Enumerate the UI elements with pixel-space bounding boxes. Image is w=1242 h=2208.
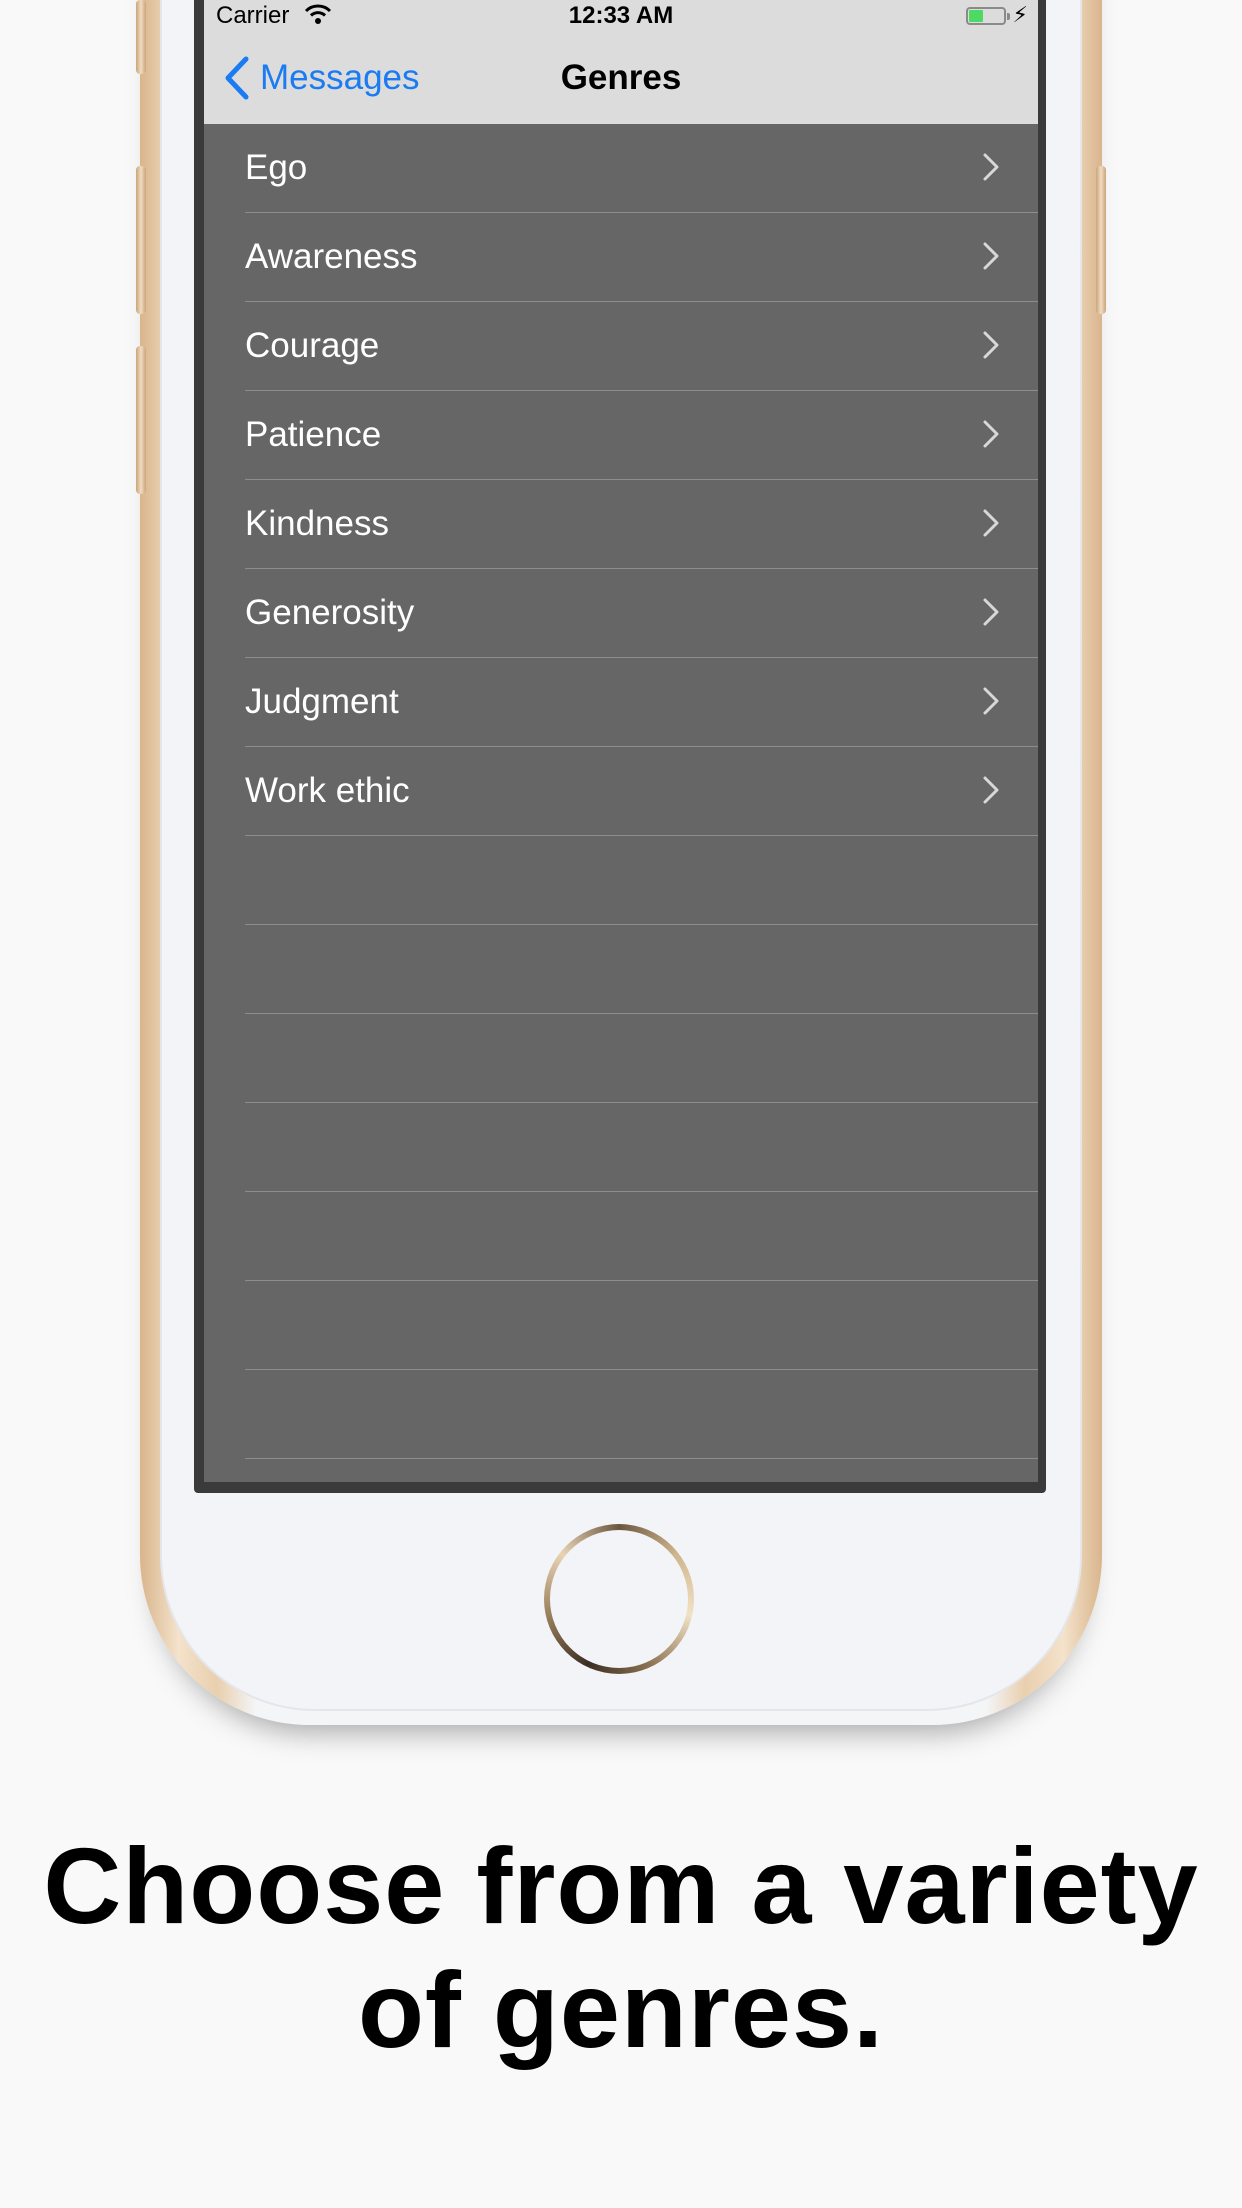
empty-row — [245, 925, 1038, 1014]
chevron-right-icon — [983, 687, 999, 715]
empty-row — [245, 1103, 1038, 1192]
empty-row — [245, 1014, 1038, 1103]
chevron-right-icon — [983, 598, 999, 626]
marketing-caption: Choose from a variety of genres. — [0, 1824, 1242, 2072]
chevron-right-icon — [983, 242, 999, 270]
genre-label: Patience — [245, 415, 382, 454]
caption-line-1: Choose from a variety — [43, 1825, 1199, 1946]
chevron-right-icon — [983, 776, 999, 804]
genre-label: Generosity — [245, 593, 415, 632]
genre-label: Ego — [245, 148, 308, 187]
charging-bolt-icon: ⚡ — [1012, 2, 1028, 27]
genre-label: Work ethic — [245, 771, 410, 810]
phone-side-button-left-3 — [136, 346, 146, 494]
phone-side-button-right — [1096, 166, 1106, 314]
home-button-face — [550, 1530, 688, 1668]
empty-row — [245, 1370, 1038, 1459]
navigation-bar: Messages Genres — [204, 34, 1038, 124]
genre-label: Judgment — [245, 682, 399, 721]
chevron-right-icon — [983, 420, 999, 448]
empty-row — [245, 1192, 1038, 1281]
genre-row-kindness[interactable]: Kindness — [245, 480, 1038, 569]
status-bar: Carrier 12:33 AM ⚡ — [204, 0, 1038, 34]
caption-line-2: of genres. — [357, 1949, 885, 2070]
genre-row-generosity[interactable]: Generosity — [245, 569, 1038, 658]
genre-row-awareness[interactable]: Awareness — [245, 213, 1038, 302]
genre-label: Courage — [245, 326, 380, 365]
empty-row — [245, 836, 1038, 925]
battery-nub — [1007, 13, 1010, 20]
chevron-right-icon — [983, 153, 999, 181]
home-button[interactable] — [544, 1524, 694, 1674]
chevron-right-icon — [983, 331, 999, 359]
battery-level — [969, 10, 983, 22]
battery-icon — [966, 7, 1010, 25]
empty-row — [245, 1281, 1038, 1370]
genre-row-courage[interactable]: Courage — [245, 302, 1038, 391]
phone-side-button-left-2 — [136, 166, 146, 314]
phone-side-button-left-1 — [136, 0, 146, 74]
genre-row-work-ethic[interactable]: Work ethic — [245, 747, 1038, 836]
genre-list: Ego Awareness Courage Patience Kindness … — [204, 124, 1038, 1459]
genre-row-ego[interactable]: Ego — [245, 124, 1038, 213]
genre-row-patience[interactable]: Patience — [245, 391, 1038, 480]
page-title: Genres — [560, 58, 682, 97]
chevron-right-icon — [983, 509, 999, 537]
genre-label: Awareness — [245, 237, 418, 276]
genre-label: Kindness — [245, 504, 389, 543]
phone-screen: Carrier 12:33 AM ⚡ Messages Genres Ego A… — [204, 0, 1038, 1482]
status-time: 12:33 AM — [568, 2, 674, 29]
genre-row-judgment[interactable]: Judgment — [245, 658, 1038, 747]
